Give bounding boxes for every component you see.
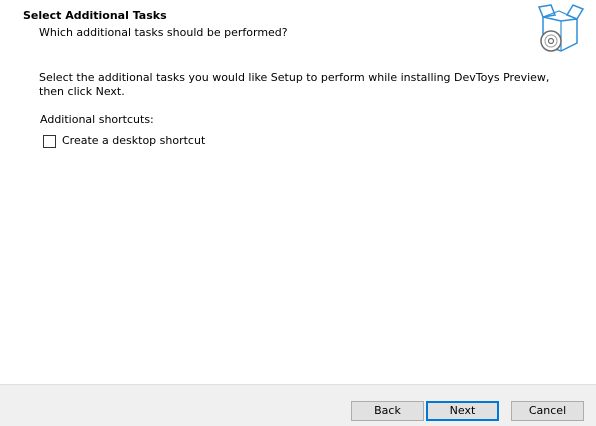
desktop-shortcut-label[interactable]: Create a desktop shortcut	[62, 134, 205, 148]
setup-box-disc-icon	[537, 3, 585, 55]
setup-wizard-window: Select Additional Tasks Which additional…	[0, 0, 596, 426]
cancel-button[interactable]: Cancel	[511, 401, 584, 421]
wizard-footer: Back Next Cancel	[0, 384, 596, 426]
instructions-text: Select the additional tasks you would li…	[39, 71, 550, 98]
desktop-shortcut-checkbox[interactable]	[43, 134, 56, 148]
page-subtitle: Which additional tasks should be perform…	[39, 26, 288, 39]
wizard-content: Select the additional tasks you would li…	[0, 58, 596, 384]
next-button[interactable]: Next	[426, 401, 499, 421]
desktop-shortcut-option[interactable]: Create a desktop shortcut	[43, 134, 205, 148]
back-button[interactable]: Back	[351, 401, 424, 421]
shortcuts-group-label: Additional shortcuts:	[40, 113, 154, 126]
page-title: Select Additional Tasks	[23, 9, 167, 22]
wizard-header: Select Additional Tasks Which additional…	[0, 0, 596, 58]
